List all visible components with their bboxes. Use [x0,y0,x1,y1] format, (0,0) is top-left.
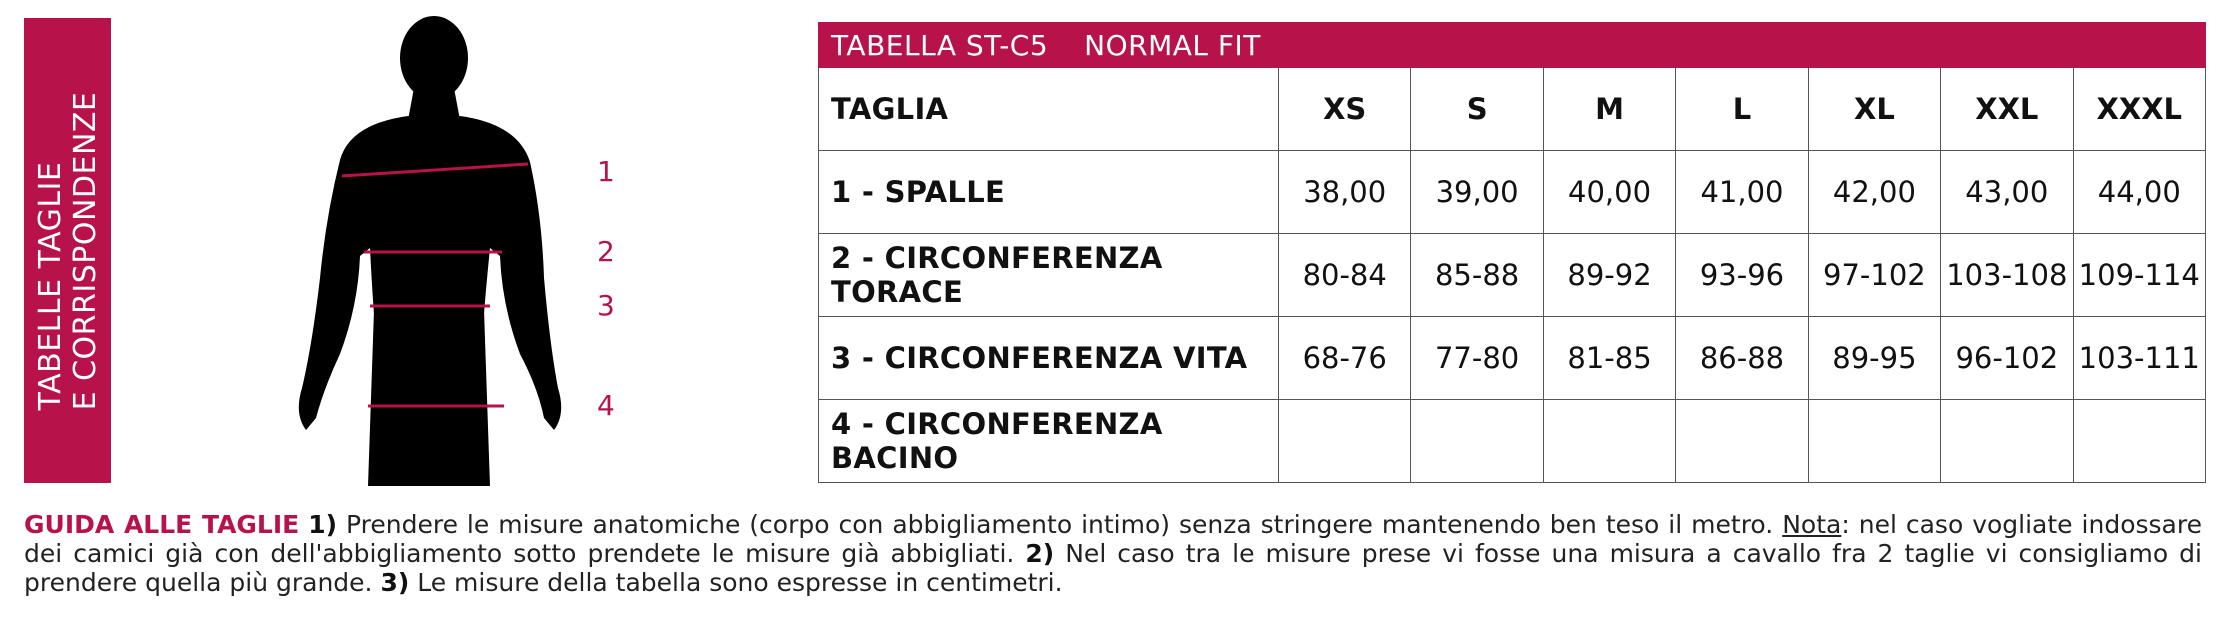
measure-marker-2: 2 [597,235,615,268]
table-cell: 38,00 [1277,150,1412,234]
measure-marker-3: 3 [597,289,615,322]
table-cell: 109-114 [2072,233,2207,317]
table-cell: 81-85 [1542,316,1677,400]
size-header-cell: M [1542,67,1677,151]
size-header-cell: L [1675,67,1809,151]
table-cell [1675,399,1809,483]
size-header-cell: XS [1277,67,1412,151]
table-cell [1807,399,1942,483]
measure-marker-1: 1 [597,155,615,188]
row-label: 2 - CIRCONFERENZA TORACE [818,233,1279,317]
table-title-bar: TABELLA ST-C5 NORMAL FIT [818,22,2206,68]
row-label: 3 - CIRCONFERENZA VITA [818,316,1279,400]
table-cell [1940,399,2074,483]
table-cell: 80-84 [1277,233,1412,317]
size-header-label: TAGLIA [818,67,1279,151]
table-header-row: TAGLIA XS S M L XL XXL XXXL [818,67,2207,151]
table-cell: 39,00 [1410,150,1544,234]
table-cell: 41,00 [1675,150,1809,234]
table-cell [1410,399,1544,483]
size-header-cell: S [1410,67,1544,151]
sidebar-title: TABELLE TAGLIE E CORRISPONDENZE [33,91,103,410]
guide-step-1-number: 1) [308,510,338,539]
table-row: 4 - CIRCONFERENZA BACINO [818,399,2207,483]
guide-title: GUIDA ALLE TAGLIE [24,510,300,539]
sidebar-title-line1: TABELLE TAGLIE [32,161,68,410]
table-cell: 89-92 [1542,233,1677,317]
size-table: TABELLA ST-C5 NORMAL FIT TAGLIA XS S M L … [818,22,2207,483]
table-row: 1 - SPALLE 38,00 39,00 40,00 41,00 42,00… [818,150,2207,234]
size-header-cell: XXXL [2072,67,2207,151]
table-cell: 85-88 [1410,233,1544,317]
table-cell: 103-108 [1940,233,2074,317]
table-cell: 93-96 [1675,233,1809,317]
row-label: 1 - SPALLE [818,150,1279,234]
size-header-cell: XL [1807,67,1942,151]
size-guide-text: GUIDA ALLE TAGLIE 1) Prendere le misure … [24,510,2202,597]
guide-step-3-text: Le misure della tabella sono espresse in… [417,568,1063,597]
guide-note-label: Nota [1782,510,1842,539]
guide-step-1-text: Prendere le misure anatomiche (corpo con… [346,510,1774,539]
table-row: 3 - CIRCONFERENZA VITA 68-76 77-80 81-85… [818,316,2207,400]
table-cell: 77-80 [1410,316,1544,400]
table-row: 2 - CIRCONFERENZA TORACE 80-84 85-88 89-… [818,233,2207,317]
table-cell: 43,00 [1940,150,2074,234]
table-cell [1277,399,1412,483]
sidebar-title-line2: E CORRISPONDENZE [67,91,103,410]
guide-step-3-number: 3) [380,568,410,597]
row-label: 4 - CIRCONFERENZA BACINO [818,399,1279,483]
guide-step-2-number: 2) [1025,539,1055,568]
table-cell: 44,00 [2072,150,2207,234]
table-fit: NORMAL FIT [1084,28,1261,62]
table-cell: 103-111 [2072,316,2207,400]
table-cell: 42,00 [1807,150,1942,234]
measure-marker-4: 4 [597,389,615,422]
size-header-cell: XXL [1940,67,2074,151]
table-cell: 96-102 [1940,316,2074,400]
table-cell: 89-95 [1807,316,1942,400]
table-cell: 86-88 [1675,316,1809,400]
table-cell: 97-102 [1807,233,1942,317]
table-code: TABELLA ST-C5 [831,28,1049,62]
table-cell [2072,399,2207,483]
body-silhouette [298,16,562,486]
table-cell: 68-76 [1277,316,1412,400]
sidebar-title-bar: TABELLE TAGLIE E CORRISPONDENZE [24,18,111,483]
table-cell: 40,00 [1542,150,1677,234]
table-cell [1542,399,1677,483]
